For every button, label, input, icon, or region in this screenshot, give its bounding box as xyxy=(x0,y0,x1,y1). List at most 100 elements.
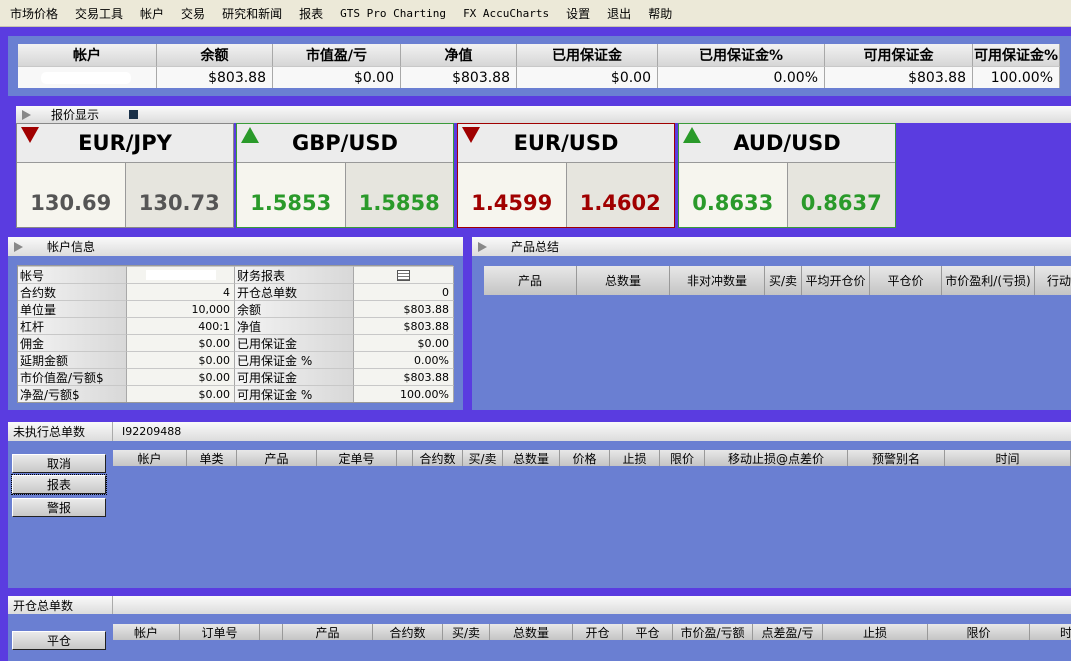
menu-item[interactable]: 帮助 xyxy=(648,5,672,22)
info-label: 余额 xyxy=(235,300,354,317)
open-positions-column-header[interactable]: 市价盈/亏额 xyxy=(673,624,753,640)
open-positions-column-header[interactable]: 开仓 xyxy=(573,624,623,640)
open-positions-column-header[interactable]: 产品 xyxy=(283,624,373,640)
pending-orders-column-header[interactable]: 总数量 xyxy=(503,450,560,466)
info-value: $0.00 xyxy=(127,351,235,368)
info-value[interactable] xyxy=(354,266,454,283)
info-label: 杠杆 xyxy=(18,317,127,334)
info-label: 可用保证金 xyxy=(235,368,354,385)
report-icon[interactable] xyxy=(397,269,410,281)
menu-item[interactable]: GTS Pro Charting xyxy=(340,7,446,20)
info-value: $0.00 xyxy=(127,368,235,385)
ask-price[interactable]: 130.73 xyxy=(125,163,233,227)
menu-item[interactable]: 交易工具 xyxy=(75,5,123,22)
pending-orders-column-header[interactable]: 合约数 xyxy=(413,450,463,466)
pending-orders-column-header[interactable]: 产品 xyxy=(237,450,317,466)
open-positions-column-header[interactable]: 买/卖 xyxy=(443,624,490,640)
info-value: 400:1 xyxy=(127,317,235,334)
open-positions-column-header[interactable]: 时 xyxy=(1030,624,1071,640)
pending-orders-column-header[interactable]: 预警别名 xyxy=(848,450,945,466)
summary-header: 余额 xyxy=(157,44,273,66)
quote-tile-eurusd[interactable]: EUR/USD 1.4599 1.4602 xyxy=(457,123,675,228)
open-positions-column-header[interactable]: 帐户 xyxy=(113,624,180,640)
info-label: 合约数 xyxy=(18,283,127,300)
pending-orders-column-header[interactable] xyxy=(397,450,413,466)
summary-header: 可用保证金 xyxy=(825,44,973,66)
account-info-title: 帐户信息 xyxy=(47,240,96,254)
pair-title: EUR/USD xyxy=(458,124,674,163)
expand-icon[interactable] xyxy=(14,241,23,252)
product-summary-column-header[interactable]: 产品 xyxy=(484,266,577,295)
quote-tile-gbpusd[interactable]: GBP/USD 1.5853 1.5858 xyxy=(236,123,454,228)
bid-price[interactable]: 0.8633 xyxy=(679,163,788,227)
product-summary-column-header[interactable]: 平仓价 xyxy=(870,266,942,295)
product-summary-column-header[interactable]: 平均开仓价 xyxy=(802,266,870,295)
pending-orders-column-header[interactable]: 单类 xyxy=(187,450,237,466)
info-label: 净值 xyxy=(235,317,354,334)
quote-tile-audusd[interactable]: AUD/USD 0.8633 0.8637 xyxy=(678,123,896,228)
pair-title: AUD/USD xyxy=(679,124,895,163)
pending-orders-column-header[interactable]: 限价 xyxy=(660,450,705,466)
ask-price[interactable]: 1.5858 xyxy=(345,163,453,227)
open-positions-column-header[interactable] xyxy=(260,624,283,640)
summary-header: 可用保证金% xyxy=(973,44,1060,66)
pending-orders-column-header[interactable]: 时间 xyxy=(945,450,1071,466)
account-info-table: 帐号 财务报表 合约数 4 开仓总单数 0 单位量 10,000 余额 $803.88 杠杆 400:… xyxy=(17,265,454,403)
open-positions-column-header[interactable]: 止损 xyxy=(823,624,928,640)
pending-orders-column-header[interactable]: 止损 xyxy=(610,450,660,466)
info-value: 0 xyxy=(354,283,454,300)
menu-item[interactable]: 交易 xyxy=(181,5,205,22)
summary-header: 净值 xyxy=(401,44,517,66)
info-label: 净盈/亏额$ xyxy=(18,385,127,402)
bid-price[interactable]: 1.4599 xyxy=(458,163,567,227)
pending-orders-column-header[interactable]: 定单号 xyxy=(317,450,397,466)
open-positions-column-header[interactable]: 限价 xyxy=(928,624,1030,640)
pending-orders-column-header[interactable]: 价格 xyxy=(560,450,610,466)
pending-orders-column-header[interactable]: 买/卖 xyxy=(463,450,503,466)
ask-price[interactable]: 0.8637 xyxy=(787,163,895,227)
pending-orders-column-header[interactable]: 移动止损@点差价 xyxy=(705,450,848,466)
product-summary-column-header[interactable]: 行动 xyxy=(1035,266,1071,295)
pending-orders-label: 未执行总单数 xyxy=(8,422,113,441)
quotes-title: 报价显示 xyxy=(51,108,100,122)
summary-value: $803.88 xyxy=(157,66,273,88)
info-value: 0.00% xyxy=(354,351,454,368)
menu-item[interactable]: 研究和新闻 xyxy=(222,5,282,22)
product-summary-header: 产品总结 xyxy=(472,237,1071,256)
pending-orders-column-header[interactable]: 帐户 xyxy=(113,450,187,466)
pending-cancel-button[interactable]: 取消 xyxy=(12,454,106,473)
quote-tile-eurjpy[interactable]: EUR/JPY 130.69 130.73 xyxy=(16,123,234,228)
open-positions-column-header[interactable]: 订单号 xyxy=(180,624,260,640)
info-value: $0.00 xyxy=(127,334,235,351)
expand-icon[interactable] xyxy=(478,241,487,252)
info-label: 市价值盈/亏额$ xyxy=(18,368,127,385)
product-summary-column-header[interactable]: 买/卖 xyxy=(765,266,802,295)
open-positions-table-header: 帐户 订单号 产品 合约数 买/卖 总数量 开仓 平仓 市价盈/亏额 点差盈/亏 止损 限价时 xyxy=(113,624,1071,640)
bid-price[interactable]: 130.69 xyxy=(17,163,126,227)
open-positions-column-header[interactable]: 点差盈/亏 xyxy=(753,624,823,640)
expand-icon[interactable] xyxy=(22,109,31,120)
product-summary-column-header[interactable]: 非对冲数量 xyxy=(670,266,765,295)
bid-price[interactable]: 1.5853 xyxy=(237,163,346,227)
open-positions-column-header[interactable]: 合约数 xyxy=(373,624,443,640)
square-icon[interactable] xyxy=(129,110,139,119)
quotes-header: 报价显示 xyxy=(16,106,1071,123)
info-value: 100.00% xyxy=(354,385,454,402)
menu-item[interactable]: 设置 xyxy=(566,5,590,22)
open-positions-column-header[interactable]: 平仓 xyxy=(623,624,673,640)
ask-price[interactable]: 1.4602 xyxy=(566,163,674,227)
menu-item[interactable]: 市场价格 xyxy=(10,5,58,22)
prices: 1.4599 1.4602 xyxy=(458,163,674,227)
menu-item[interactable]: FX AccuCharts xyxy=(463,7,549,20)
pending-report-button[interactable]: 报表 xyxy=(11,474,107,495)
open-positions-column-header[interactable]: 总数量 xyxy=(490,624,573,640)
product-summary-column-header[interactable]: 市价盈利/(亏损) xyxy=(942,266,1035,295)
menu-item[interactable]: 帐户 xyxy=(140,5,164,22)
product-summary-column-header[interactable]: 总数量 xyxy=(577,266,670,295)
menu-item[interactable]: 退出 xyxy=(607,5,631,22)
menu-item[interactable]: 报表 xyxy=(299,5,323,22)
info-label: 可用保证金 % xyxy=(235,385,354,402)
pending-alert-button[interactable]: 警报 xyxy=(12,498,106,517)
summary-header: 已用保证金% xyxy=(658,44,825,66)
close-position-button[interactable]: 平仓 xyxy=(12,631,106,650)
